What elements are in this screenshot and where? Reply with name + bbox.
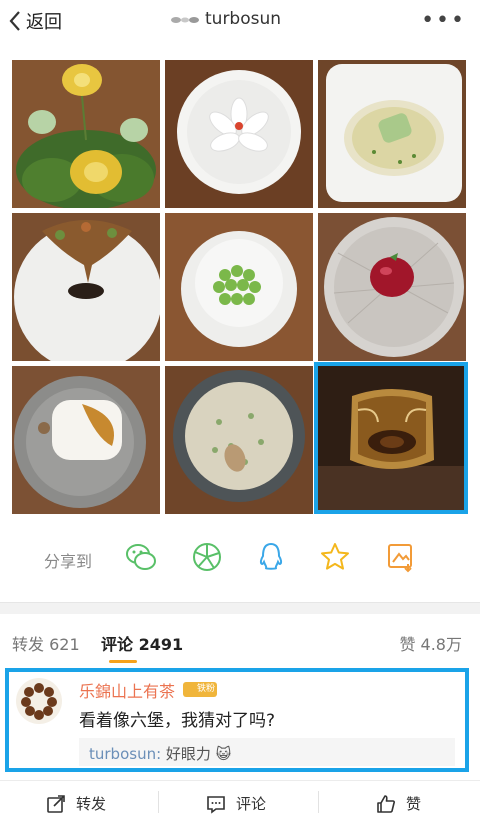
photo-5[interactable] <box>165 213 313 361</box>
dish-flowers-moss-image <box>12 60 160 208</box>
favorite-star-icon[interactable] <box>318 540 352 574</box>
like-button[interactable]: 赞 <box>376 793 421 814</box>
comment-highlight-box <box>5 668 469 772</box>
wechat-icon[interactable] <box>124 540 158 574</box>
top-bar: 返回 turbosun ••• <box>0 0 480 44</box>
bottom-action-bar: 转发 评论 赞 <box>0 780 480 827</box>
dish-broth-bowl-image <box>318 60 466 208</box>
save-image-icon[interactable] <box>384 540 418 574</box>
tab-active-underline <box>109 660 137 663</box>
section-divider <box>0 602 480 614</box>
comment-bubble-icon <box>207 795 225 814</box>
photo-2[interactable] <box>165 60 313 208</box>
photo-7[interactable] <box>12 366 160 514</box>
photo-4[interactable] <box>12 213 160 361</box>
dish-risotto-image <box>165 366 313 514</box>
stats-tabs: 转发 621 评论 2491 赞 4.8万 <box>0 626 480 663</box>
photo-8[interactable] <box>165 366 313 514</box>
share-arrow-icon <box>47 794 65 813</box>
photo-3[interactable] <box>318 60 466 208</box>
page-title-text: turbosun <box>205 9 282 29</box>
dish-tofu-plate-image <box>12 366 160 514</box>
share-label: 分享到 <box>44 552 93 571</box>
dish-white-lotus-image <box>165 60 313 208</box>
like-label: 赞 <box>406 795 422 813</box>
chevron-left-icon <box>9 11 20 31</box>
tab-comments[interactable]: 评论 2491 <box>101 631 183 655</box>
comment-label: 评论 <box>236 795 267 813</box>
more-options-button[interactable]: ••• <box>421 8 466 33</box>
photo-6[interactable] <box>318 213 466 361</box>
repost-label: 转发 <box>76 795 107 813</box>
share-row: 分享到 <box>0 538 480 578</box>
photo-9[interactable] <box>318 366 466 514</box>
repost-button[interactable]: 转发 <box>46 793 106 814</box>
back-label: 返回 <box>26 12 62 33</box>
dish-tree-plate-image <box>12 213 160 361</box>
dish-green-peas-image <box>165 213 313 361</box>
moments-icon[interactable] <box>190 540 224 574</box>
divider <box>158 791 159 813</box>
photo-grid <box>12 60 468 514</box>
page-title[interactable]: turbosun <box>170 9 281 29</box>
comment-button[interactable]: 评论 <box>206 793 266 814</box>
dish-red-dessert-image <box>318 213 466 361</box>
divider <box>318 791 319 813</box>
dish-amber-tea-image <box>318 366 466 514</box>
comment-item: 乐錦山上有茶 铁粉 看着像六堡，我猜对了吗? turbosun: 好眼力 😺 <box>0 666 480 776</box>
thumbs-up-icon <box>377 794 395 813</box>
qq-icon[interactable] <box>254 540 288 574</box>
tab-likes[interactable]: 赞 4.8万 <box>399 631 462 655</box>
user-mini-avatar-icon <box>171 17 199 23</box>
tab-repost[interactable]: 转发 621 <box>12 631 80 655</box>
photo-1[interactable] <box>12 60 160 208</box>
back-button[interactable]: 返回 <box>8 8 62 34</box>
